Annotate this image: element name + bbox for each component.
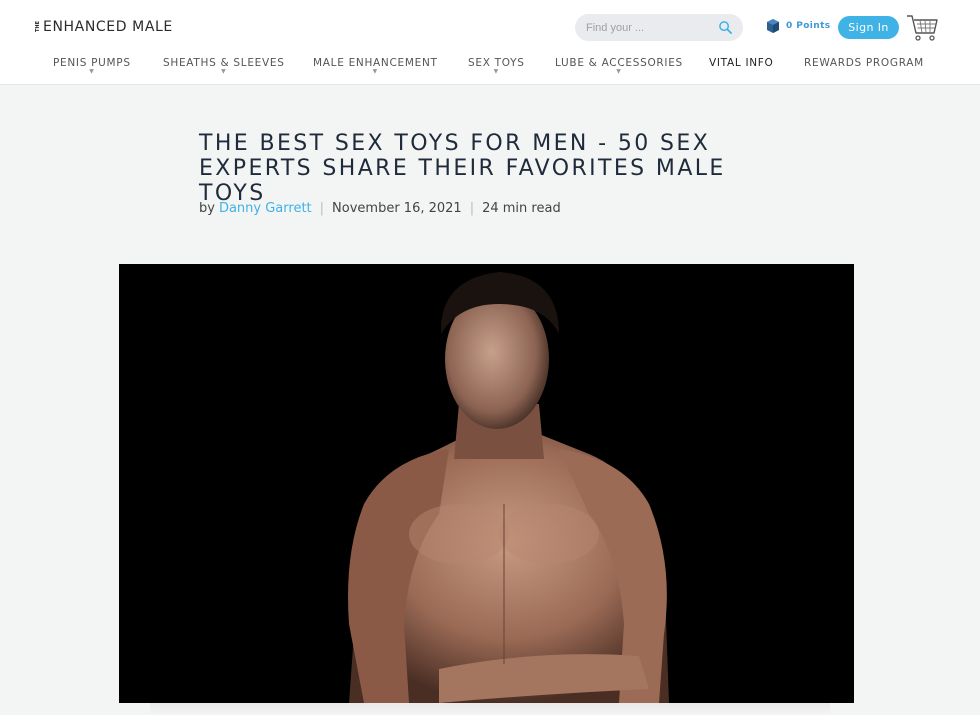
main-nav: PENIS PUMPS ▼ SHEATHS & SLEEVES ▼ MALE E… [0,57,980,77]
nav-sex-toys[interactable]: SEX TOYS ▼ [468,57,525,75]
article-meta: by Danny Garrett | November 16, 2021 | 2… [199,201,561,216]
author-link[interactable]: Danny Garrett [219,201,312,216]
search-box [575,14,743,41]
hero-image [119,264,854,703]
meta-divider: | [469,201,475,216]
chevron-down-icon: ▼ [372,68,378,75]
nav-vital-info[interactable]: VITAL INFO [709,57,774,69]
chevron-down-icon: ▼ [89,68,95,75]
site-header: THE ENHANCED MALE 0 Points Sign In PENIS… [0,0,980,85]
article-title-line-2: EXPERTS SHARE THEIR FAVORITES MALE TOYS [199,156,726,206]
points-label: 0 Points [786,21,831,31]
cart-icon[interactable] [905,11,939,43]
chevron-down-icon: ▼ [493,68,499,75]
meta-divider: | [319,201,325,216]
nav-lube-accessories[interactable]: LUBE & ACCESSORIES ▼ [555,57,683,75]
nav-sheaths-sleeves[interactable]: SHEATHS & SLEEVES ▼ [163,57,285,75]
chevron-down-icon: ▼ [221,68,227,75]
chevron-down-icon: ▼ [616,68,622,75]
cube-icon [767,19,779,33]
image-shadow [150,703,830,715]
nav-rewards-program[interactable]: REWARDS PROGRAM [804,57,924,69]
logo-prefix: THE [35,21,41,33]
nav-male-enhancement[interactable]: MALE ENHANCEMENT ▼ [313,57,438,75]
hero-figure-illustration [119,264,854,703]
read-time: 24 min read [482,201,561,216]
search-input[interactable] [586,21,711,34]
byline-prefix: by [199,201,215,216]
publish-date: November 16, 2021 [332,201,462,216]
points-link[interactable]: 0 Points [766,18,831,34]
nav-penis-pumps[interactable]: PENIS PUMPS ▼ [53,57,131,75]
sign-in-button[interactable]: Sign In [838,16,899,39]
search-icon[interactable] [718,20,733,35]
site-logo[interactable]: THE ENHANCED MALE [35,18,173,36]
article-title: THE BEST SEX TOYS FOR MEN - 50 SEX EXPER… [199,131,799,206]
logo-wordmark: ENHANCED MALE [43,19,173,35]
nav-label: VITAL INFO [709,57,774,69]
nav-label: REWARDS PROGRAM [804,57,924,69]
article-title-line-1: THE BEST SEX TOYS FOR MEN - 50 SEX [199,131,711,156]
